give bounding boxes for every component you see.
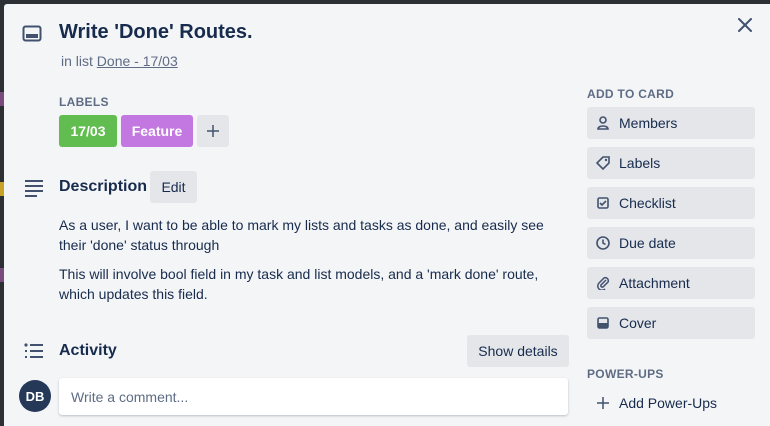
powerups-heading: POWER-UPS — [587, 367, 664, 381]
due-date-button[interactable]: Due date — [587, 227, 755, 259]
edit-description-button[interactable]: Edit — [150, 171, 197, 203]
label-chip-date[interactable]: 17/03 — [59, 115, 117, 147]
members-button[interactable]: Members — [587, 107, 755, 139]
avatar[interactable]: DB — [19, 380, 51, 412]
labels-heading: LABELS — [59, 95, 109, 109]
description-paragraph[interactable]: As a user, I want to be able to mark my … — [59, 215, 574, 255]
cover-icon — [596, 316, 610, 330]
show-details-button[interactable]: Show details — [467, 335, 569, 367]
attachment-button[interactable]: Attachment — [587, 267, 755, 299]
paperclip-icon — [596, 276, 610, 290]
add-powerups-button[interactable]: Add Power-Ups — [587, 387, 755, 419]
plus-icon — [596, 396, 610, 410]
members-label: Members — [619, 115, 678, 131]
attachment-label: Attachment — [619, 275, 690, 291]
close-icon — [738, 18, 752, 32]
labels-label: Labels — [619, 155, 661, 171]
activity-icon — [24, 343, 43, 358]
card-title[interactable]: Write 'Done' Routes. — [59, 21, 253, 44]
description-paragraph[interactable]: This will involve bool field in my task … — [59, 264, 574, 304]
clock-icon — [596, 236, 610, 250]
in-list-prefix: in list — [61, 53, 93, 69]
add-to-card-heading: ADD TO CARD — [587, 87, 675, 101]
labels-button[interactable]: Labels — [587, 147, 755, 179]
card-icon — [22, 25, 42, 42]
add-powerups-label: Add Power-Ups — [619, 395, 718, 411]
cover-button[interactable]: Cover — [587, 307, 755, 339]
checklist-button[interactable]: Checklist — [587, 187, 755, 219]
person-icon — [596, 116, 610, 130]
in-list-text: in list Done - 17/03 — [61, 53, 178, 69]
checkbox-icon — [596, 196, 610, 210]
activity-heading: Activity — [59, 342, 117, 359]
cover-label: Cover — [619, 315, 657, 331]
due-date-label: Due date — [619, 235, 676, 251]
comment-input[interactable]: Write a comment... — [59, 378, 568, 415]
description-icon — [25, 180, 43, 197]
description-heading: Description — [59, 178, 148, 195]
close-button[interactable] — [733, 13, 757, 37]
plus-icon — [207, 125, 219, 137]
list-link[interactable]: Done - 17/03 — [97, 53, 178, 69]
checklist-label: Checklist — [619, 195, 676, 211]
tag-icon — [596, 156, 610, 170]
label-chip-feature[interactable]: Feature — [121, 115, 193, 147]
add-label-button[interactable] — [197, 115, 229, 147]
